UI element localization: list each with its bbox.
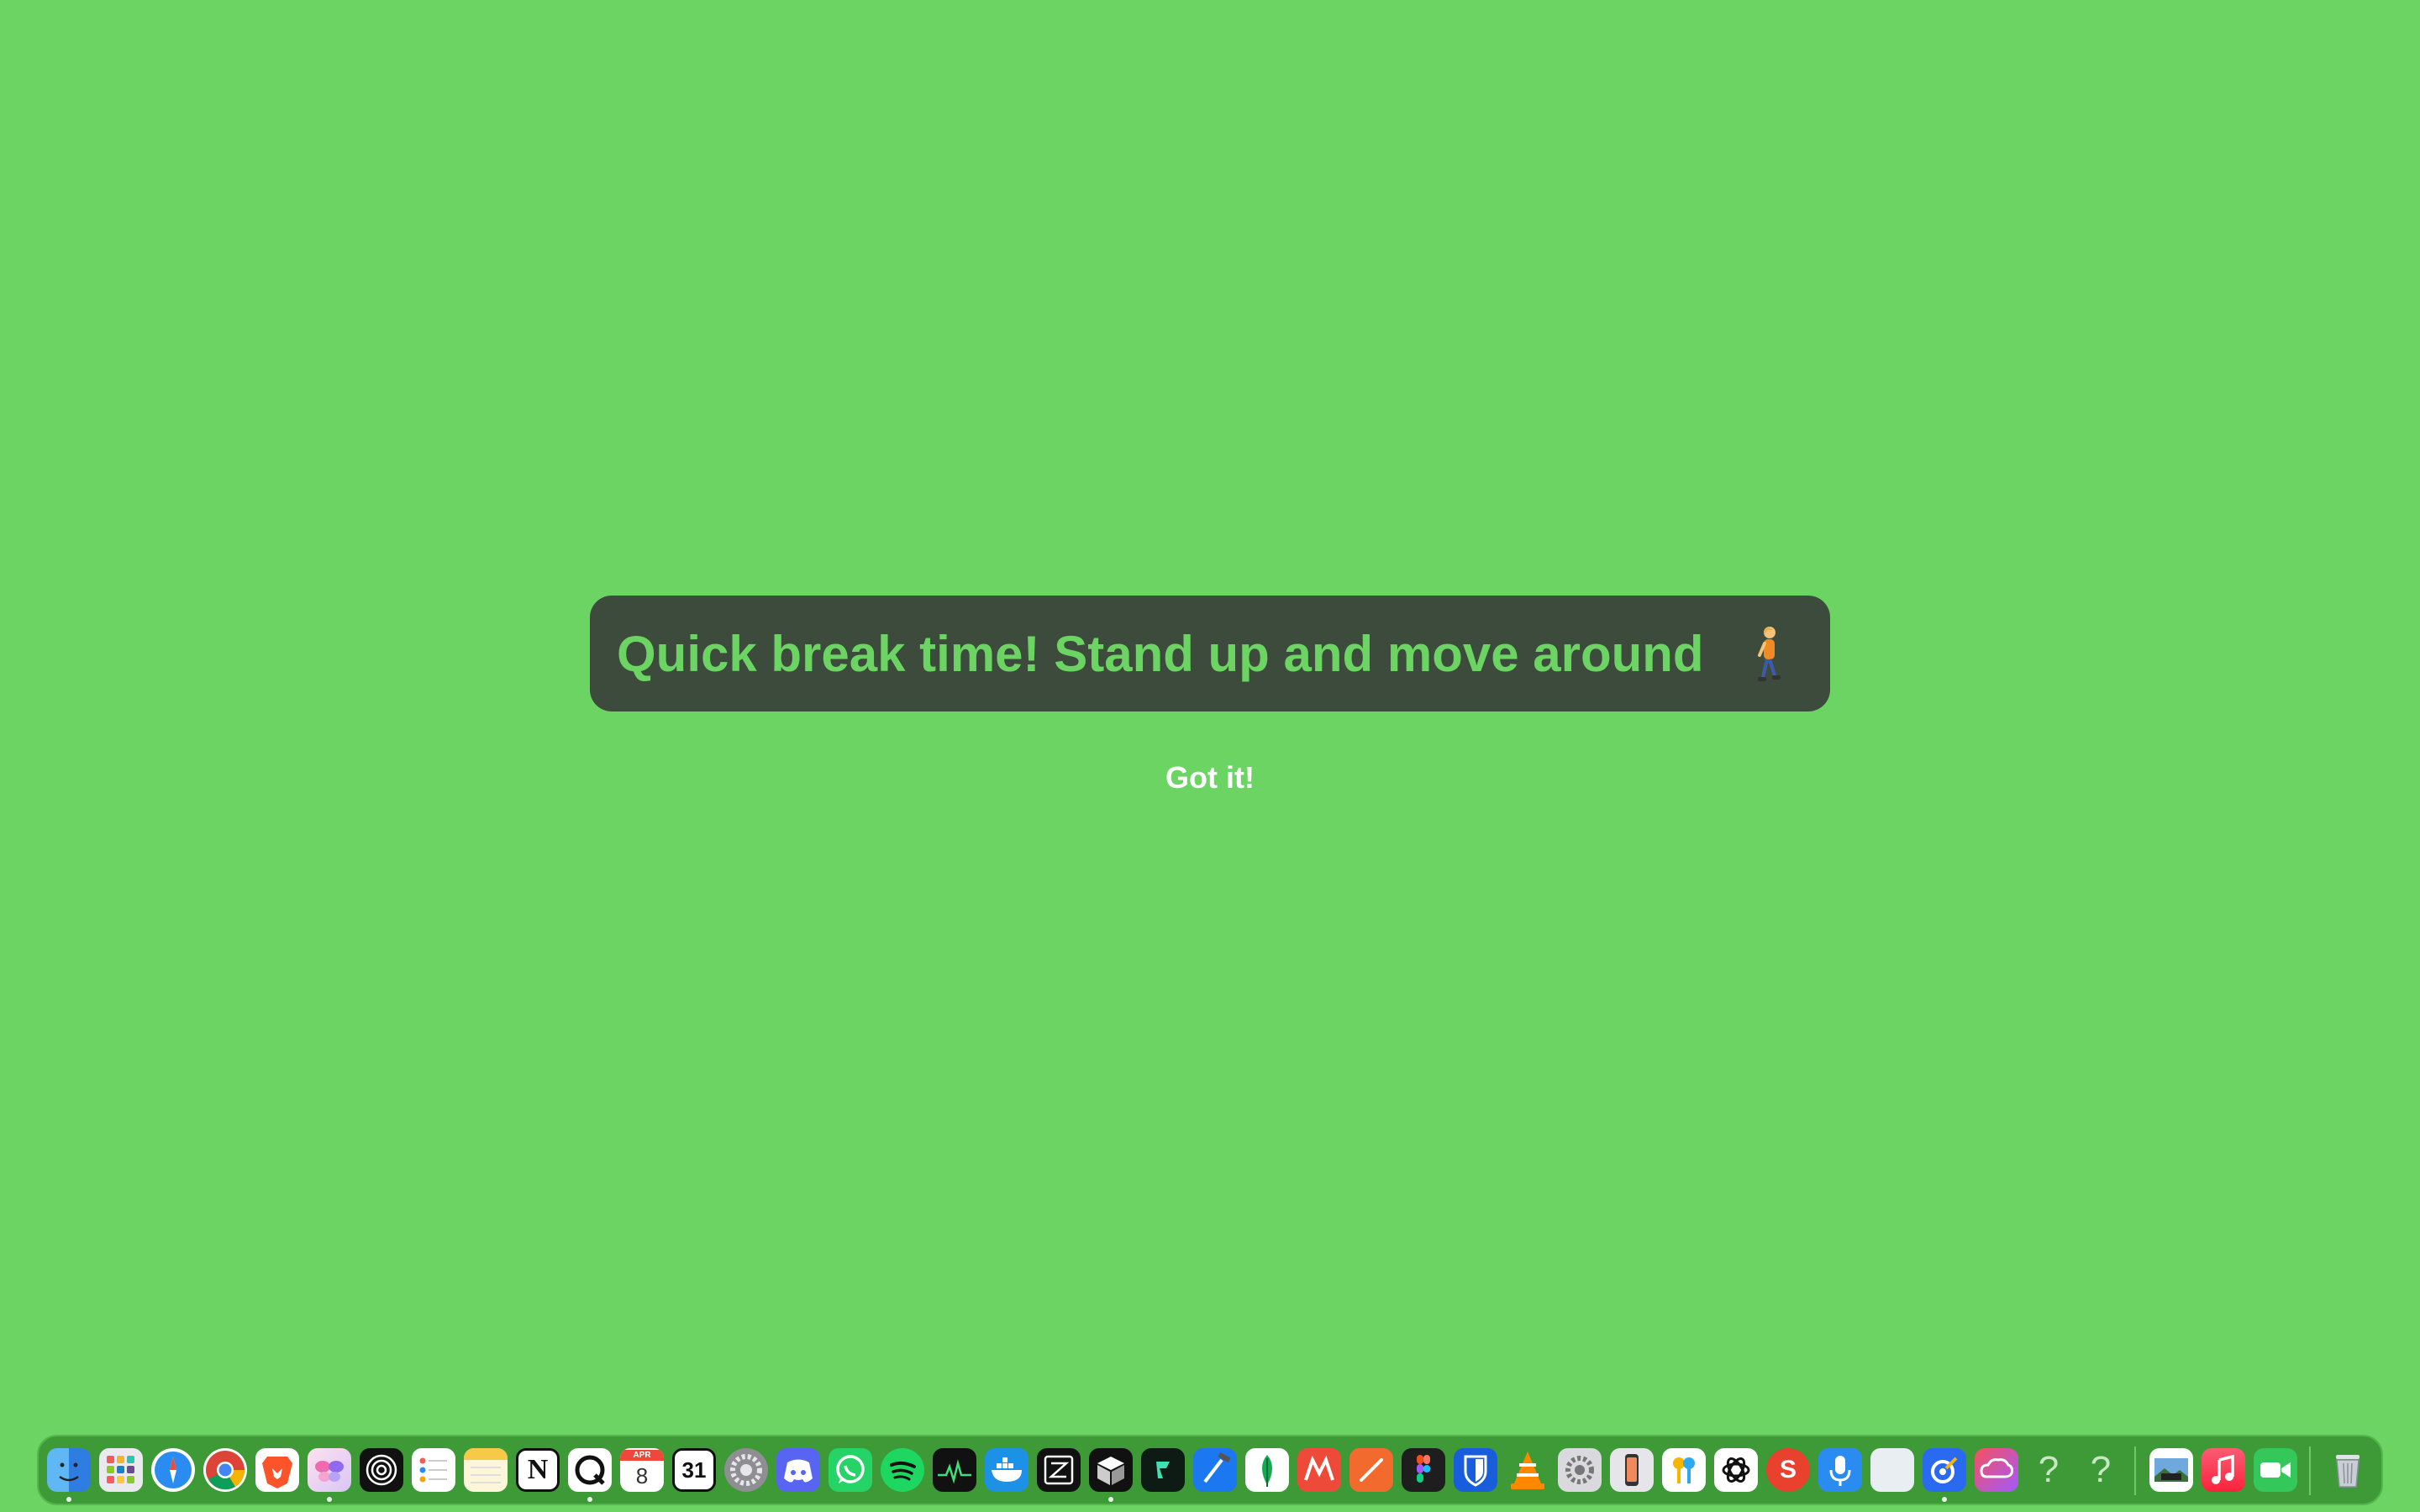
safari-icon[interactable] <box>151 1448 195 1492</box>
break-reminder-banner: Quick break time! Stand up and move arou… <box>590 596 1830 711</box>
dark-wave-app-icon[interactable] <box>1141 1448 1185 1492</box>
notion-icon[interactable]: N <box>516 1448 560 1492</box>
gear-app-icon[interactable] <box>1558 1448 1602 1492</box>
dock-separator <box>2134 1446 2136 1495</box>
pen-app-icon[interactable] <box>1349 1448 1393 1492</box>
red-s-app-icon[interactable]: S <box>1766 1448 1810 1492</box>
activity-monitor-icon[interactable] <box>933 1448 976 1492</box>
got-it-button[interactable]: Got it! <box>1126 754 1294 801</box>
missing-app-question-icon[interactable]: ? <box>2079 1448 2123 1492</box>
music-icon[interactable] <box>2202 1448 2245 1492</box>
pink-app-running-indicator <box>327 1497 332 1502</box>
mongodb-compass-icon[interactable] <box>1245 1448 1289 1492</box>
system-settings-icon[interactable] <box>724 1448 768 1492</box>
creative-cloud-icon[interactable] <box>1975 1448 2018 1492</box>
iphone-mirroring-icon[interactable] <box>1610 1448 1654 1492</box>
notion-glyph: N <box>527 1454 549 1485</box>
question-glyph-2: ? <box>2090 1449 2112 1490</box>
spotify-icon[interactable] <box>881 1448 924 1492</box>
red-m-app-icon[interactable] <box>1297 1448 1341 1492</box>
q-app-running-indicator <box>587 1497 592 1502</box>
dock-separator <box>2309 1446 2311 1495</box>
pink-butterfly-app-icon[interactable] <box>308 1448 351 1492</box>
q-circle-app-icon[interactable] <box>568 1448 612 1492</box>
discord-icon[interactable] <box>776 1448 820 1492</box>
blank-app-icon[interactable] <box>1870 1448 1914 1492</box>
cube-app-running-indicator <box>1108 1497 1113 1502</box>
launchpad-icon[interactable] <box>99 1448 143 1492</box>
calendar-day: 8 <box>635 1462 649 1488</box>
calendar-31-app-icon[interactable]: 31 <box>672 1448 716 1492</box>
dock: N APR 8 31 S ? ? <box>37 1435 2383 1505</box>
finder-running-indicator <box>66 1497 71 1502</box>
missing-app-question-icon[interactable]: ? <box>2027 1448 2070 1492</box>
cube-app-icon[interactable] <box>1089 1448 1133 1492</box>
person-walking-icon <box>1758 627 1781 681</box>
trash-icon[interactable] <box>2326 1448 2370 1492</box>
calendar-icon[interactable]: APR 8 <box>620 1448 664 1492</box>
passwords-icon[interactable] <box>1662 1448 1706 1492</box>
docker-icon[interactable] <box>985 1448 1028 1492</box>
calendar-31-glyph: 31 <box>681 1457 707 1483</box>
facetime-icon[interactable] <box>2254 1448 2297 1492</box>
s-app-glyph: S <box>1779 1456 1797 1483</box>
preview-icon[interactable] <box>2149 1448 2193 1492</box>
blue-target-app-icon[interactable] <box>1923 1448 1966 1492</box>
target-rings-app-icon[interactable] <box>360 1448 403 1492</box>
break-reminder-text: Quick break time! Stand up and move arou… <box>617 625 1704 682</box>
question-glyph-1: ? <box>2038 1449 2060 1490</box>
chatgpt-icon[interactable] <box>1714 1448 1758 1492</box>
brave-icon[interactable] <box>255 1448 299 1492</box>
bitwarden-icon[interactable] <box>1454 1448 1497 1492</box>
reminders-icon[interactable] <box>412 1448 455 1492</box>
calendar-month: APR <box>620 1449 664 1461</box>
vlc-icon[interactable] <box>1506 1448 1549 1492</box>
blue-target-running-indicator <box>1942 1497 1947 1502</box>
finder-icon[interactable] <box>47 1448 91 1492</box>
figma-icon[interactable] <box>1402 1448 1445 1492</box>
chrome-icon[interactable] <box>203 1448 247 1492</box>
zed-editor-icon[interactable] <box>1037 1448 1081 1492</box>
xcode-icon[interactable] <box>1193 1448 1237 1492</box>
notes-icon[interactable] <box>464 1448 508 1492</box>
microphone-app-icon[interactable] <box>1818 1448 1862 1492</box>
whatsapp-icon[interactable] <box>829 1448 872 1492</box>
